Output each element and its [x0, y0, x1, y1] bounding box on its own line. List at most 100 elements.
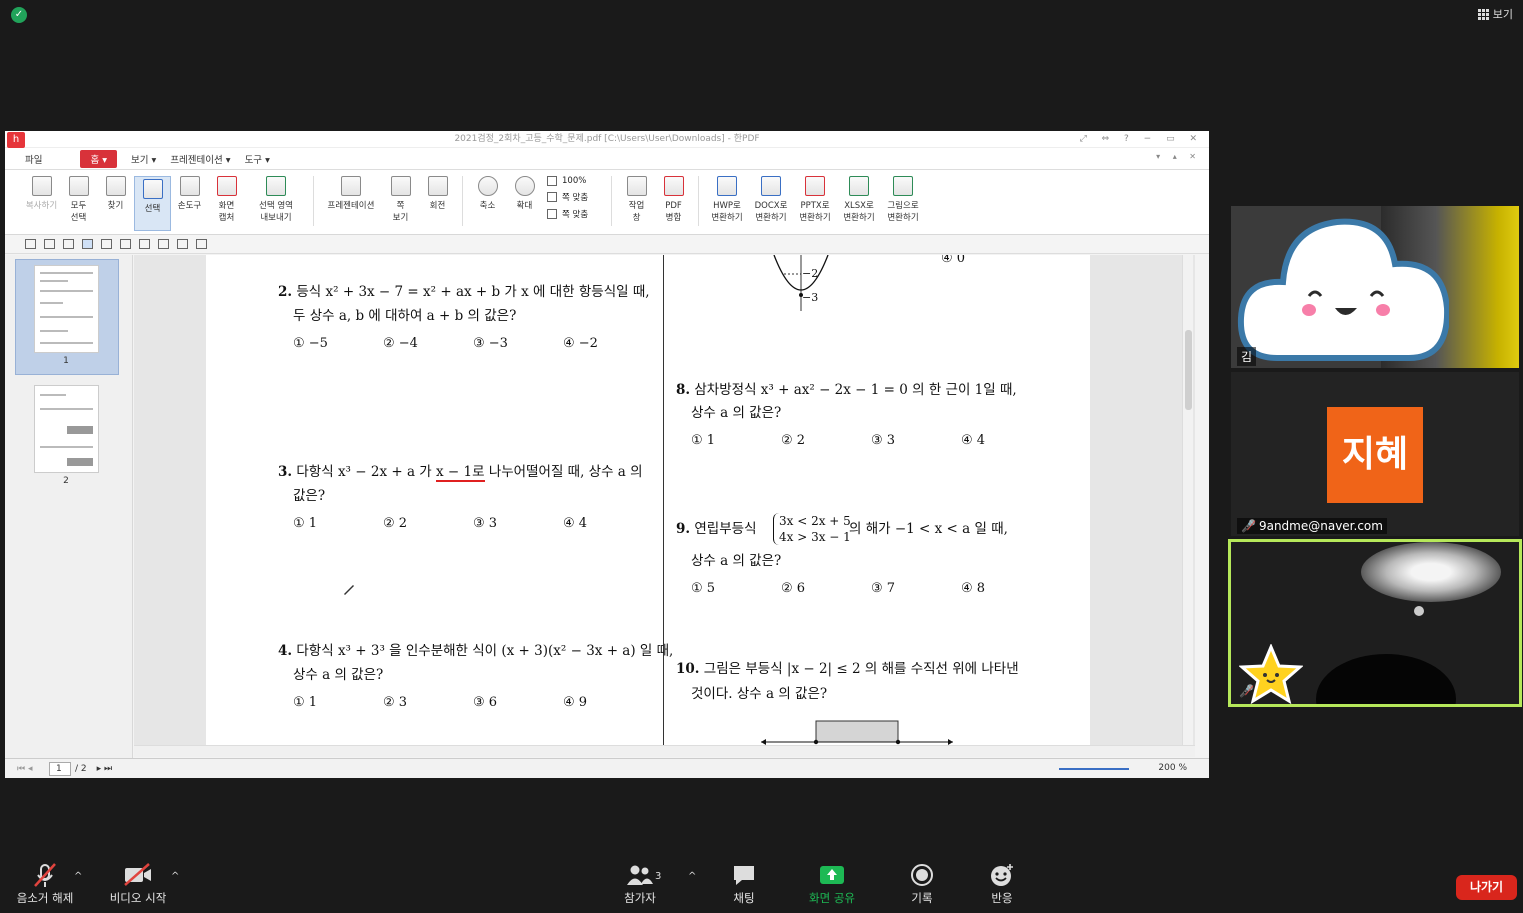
participants-button[interactable]: 참가자 [610, 862, 670, 906]
question-9: 9. 연립부등식 [676, 517, 757, 541]
record-icon [898, 862, 946, 888]
menu-view-label: 보기 [131, 154, 149, 166]
total-pages: / 2 [75, 763, 87, 774]
export-icon [266, 176, 286, 196]
camera-icon [216, 176, 237, 196]
participants-count: 3 [655, 871, 662, 882]
question-10-number: 10. [676, 661, 700, 677]
shared-pdf-window: h 2021검정_2회차_고등_수학_문제.pdf [C:\Users\User… [5, 131, 1209, 778]
convert-docx-button[interactable]: DOCX로 변환하기 [749, 176, 793, 224]
unmute-button[interactable]: 음소거 해제 [10, 862, 80, 906]
question-3-text-a: 다항식 x³ − 2x + a 가 [296, 464, 437, 480]
question-3-options: ① 1 ② 2 ③ 3 ④ 4 [293, 516, 653, 531]
zoom-meeting-window: ✓ 보기 h 2021검정_2회차_고등_수학_문제.pdf [C:\Users… [0, 0, 1523, 913]
convert-hwp-button[interactable]: HWP로 변환하기 [705, 176, 749, 224]
work-window-icon [626, 176, 647, 196]
question-3-line-2: 값은? [293, 488, 326, 504]
menu-presentation[interactable]: 프레젠테이션 ▾ [170, 152, 230, 166]
record-button[interactable]: 기록 [898, 862, 946, 906]
ribbon-controls[interactable]: ▾ ▴ ✕ [1156, 152, 1201, 161]
first-page-icon[interactable]: ⏮ ◂ [17, 764, 32, 774]
graph-label-minus-2: −2 [802, 267, 819, 280]
scroll-thumb[interactable] [1185, 330, 1192, 410]
thumbnail-label-2: 2 [63, 476, 69, 486]
thumbnail-page-2[interactable] [34, 385, 99, 473]
question-4-options: ① 1 ② 3 ③ 6 ④ 9 [293, 695, 653, 710]
thumbnail-page-1[interactable] [34, 265, 99, 353]
convert-image-label: 그림으로 변환하기 [887, 201, 919, 223]
start-video-button[interactable]: 비디오 시작 [103, 862, 173, 906]
work-window-button[interactable]: 작업 창 [618, 176, 655, 224]
reactions-label: 반응 [991, 891, 1013, 905]
share-screen-button[interactable]: 화면 공유 [800, 862, 864, 906]
participant-tile-1[interactable]: 김 [1231, 206, 1519, 368]
reactions-button[interactable]: 반응 [978, 862, 1026, 906]
fit-page-button[interactable]: 쪽 맞춤 [547, 208, 605, 220]
capture-label: 화면 캡처 [218, 201, 235, 223]
presentation-button[interactable]: 프레젠테이션 [320, 176, 382, 212]
convert-hwp-label: HWP로 변환하기 [711, 201, 743, 223]
save-icon[interactable] [44, 239, 55, 249]
video-options-caret[interactable]: ^ [171, 871, 179, 882]
select-tool-button[interactable]: 선택 [134, 176, 171, 231]
security-shield-icon[interactable]: ✓ [11, 7, 27, 23]
next-page-icon[interactable]: ▸ ⏭ [97, 764, 112, 774]
convert-pptx-button[interactable]: PPTX로 변환하기 [793, 176, 837, 224]
binoculars-small-icon[interactable] [196, 239, 207, 249]
participants-options-caret[interactable]: ^ [688, 871, 696, 882]
menu-home[interactable]: 홈 ▾ [80, 149, 118, 168]
menu-presentation-label: 프레젠테이션 [170, 154, 223, 166]
print-icon[interactable] [63, 239, 74, 249]
hand-tool-button[interactable]: 손도구 [171, 176, 208, 212]
participant-tile-2[interactable]: 지혜 🎤̸ 9andme@naver.com [1231, 372, 1519, 536]
menu-tools[interactable]: 도구 ▾ [245, 152, 270, 166]
audio-options-caret[interactable]: ^ [74, 871, 82, 882]
pdf-merge-button[interactable]: PDF 병합 [655, 176, 692, 224]
chat-button[interactable]: 채팅 [720, 862, 768, 906]
page-number-input[interactable]: 1 [49, 761, 71, 776]
view-label: 보기 [1492, 8, 1513, 21]
leave-button[interactable]: 나가기 [1456, 875, 1517, 900]
window-controls[interactable]: ⤢ ⇔ ? − ▭ ✕ [1080, 131, 1203, 148]
menu-view[interactable]: 보기 ▾ [131, 152, 156, 166]
export-small-icon[interactable] [139, 239, 150, 249]
menu-file[interactable]: 파일 [25, 152, 42, 166]
zoom-in-icon [514, 176, 535, 196]
hand-small-icon[interactable] [101, 239, 112, 249]
vertical-scrollbar[interactable] [1182, 255, 1193, 745]
zoom-100-button[interactable]: 100% [547, 176, 605, 186]
zoom-in-small-icon[interactable] [177, 239, 188, 249]
participant-tile-active-speaker[interactable]: 🎤̸ [1228, 539, 1522, 707]
pdf-titlebar: h 2021검정_2회차_고등_수학_문제.pdf [C:\Users\User… [5, 131, 1209, 148]
select-small-icon[interactable] [82, 239, 93, 249]
horizontal-scrollbar[interactable] [134, 745, 1195, 757]
zoom-in-button[interactable]: 확대 [506, 176, 543, 212]
convert-xlsx-button[interactable]: XLSX로 변환하기 [837, 176, 881, 224]
red-underlined-text: x − 1로 [436, 464, 485, 482]
hanpdf-logo-icon: h [7, 132, 25, 148]
hand-icon [179, 176, 200, 196]
menu-tools-label: 도구 [244, 154, 263, 166]
convert-image-button[interactable]: 그림으로 변환하기 [881, 176, 925, 224]
select-label: 선택 [144, 204, 161, 214]
zoom-out-button[interactable]: 축소 [469, 176, 506, 212]
rotate-button[interactable]: 회전 [419, 176, 456, 212]
find-button[interactable]: 찾기 [97, 176, 134, 212]
zoom-out-small-icon[interactable] [158, 239, 169, 249]
convert-xlsx-label: XLSX로 변환하기 [843, 201, 875, 223]
copy-icon [31, 176, 52, 196]
screen-capture-button[interactable]: 화면 캡처 [208, 176, 245, 224]
page-view-button[interactable]: 쪽 보기 [382, 176, 419, 224]
document-viewer[interactable]: 2. 등식 x² + 3x − 7 = x² + ax + b 가 x 에 대한… [134, 255, 1195, 745]
export-area-button[interactable]: 선택 영역 내보내기 [245, 176, 307, 224]
capture-small-icon[interactable] [120, 239, 131, 249]
select-all-button[interactable]: 모두 선택 [60, 176, 97, 224]
copy-button[interactable]: 복사하기 [23, 176, 60, 212]
video-off-icon [103, 862, 173, 888]
option: ② 2 [781, 433, 806, 448]
open-folder-icon[interactable] [25, 239, 36, 249]
zoom-slider[interactable] [1059, 768, 1129, 770]
view-button[interactable]: 보기 [1477, 6, 1513, 22]
option: ④ 4 [563, 516, 588, 531]
fit-width-button[interactable]: 쪽 맞춤 [547, 191, 605, 203]
